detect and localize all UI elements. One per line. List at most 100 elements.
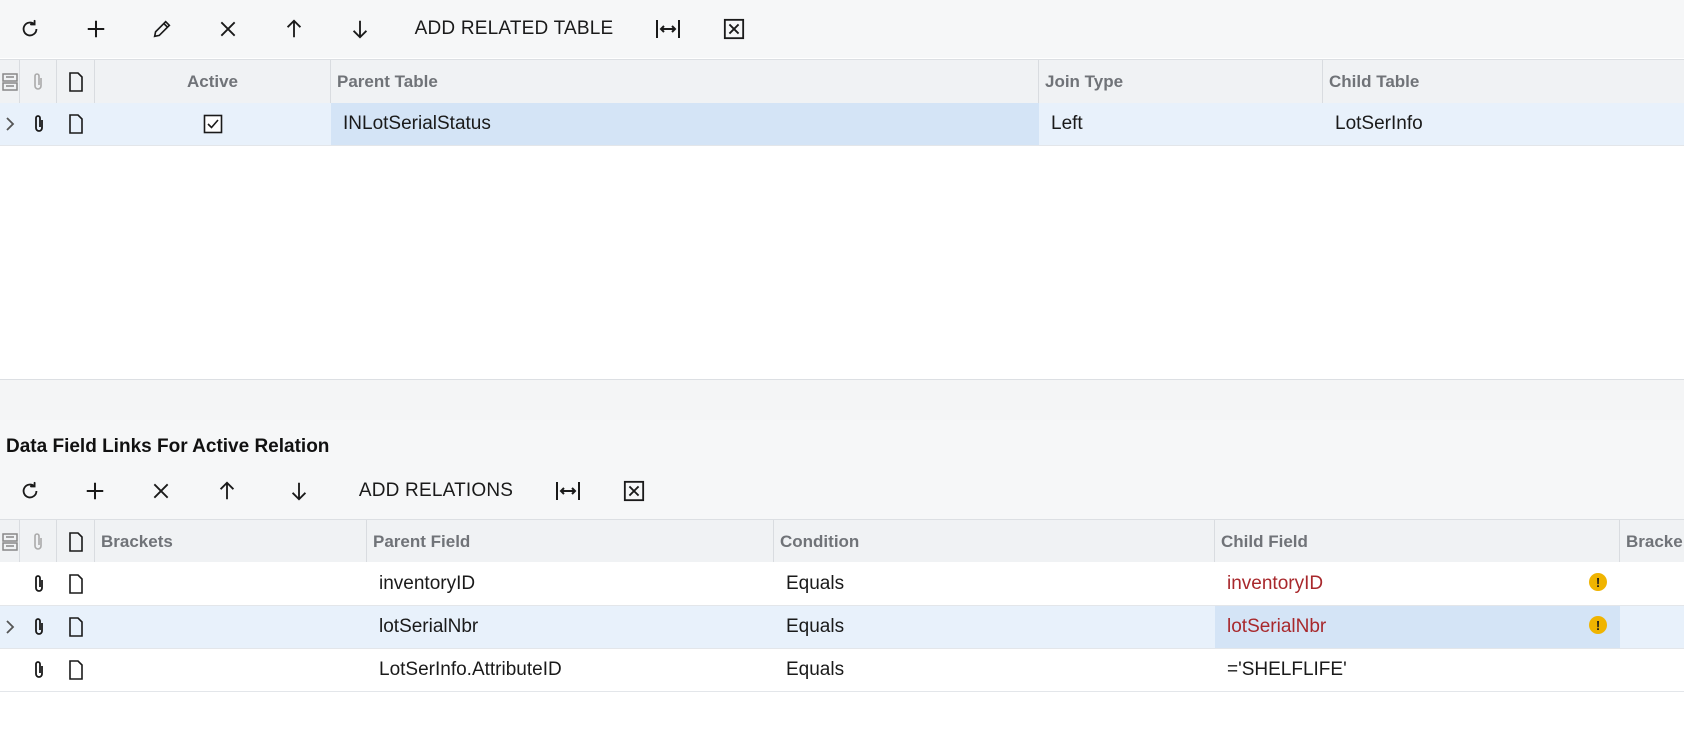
close-icon	[220, 21, 236, 37]
plus-icon	[87, 20, 105, 38]
brackets-column-header[interactable]: Brackets	[95, 520, 367, 563]
delete-button[interactable]	[212, 0, 244, 58]
row-note-button[interactable]	[57, 649, 95, 691]
row-selector-header[interactable]	[0, 60, 20, 103]
refresh-icon	[22, 19, 38, 37]
row-note-button[interactable]	[57, 606, 95, 648]
attachments-header	[20, 60, 57, 103]
links-section-title: Data Field Links For Active Relation	[6, 436, 330, 457]
parent-table-column-header[interactable]: Parent Table	[331, 60, 1039, 103]
child-field-cell[interactable]: ='SHELFLIFE'	[1215, 649, 1620, 691]
child-field-column-header[interactable]: Child Field	[1215, 520, 1620, 563]
fit-columns-icon	[556, 482, 580, 500]
row-attachment-button[interactable]	[20, 103, 57, 145]
links-move-down-button[interactable]	[283, 462, 315, 520]
note-icon	[69, 574, 83, 594]
row-attachment-button[interactable]	[20, 649, 57, 691]
fit-columns-button[interactable]	[652, 0, 684, 58]
condition-cell[interactable]: Equals	[774, 606, 1215, 648]
parent-field-cell[interactable]: inventoryID	[367, 563, 774, 605]
arrow-up-icon	[286, 19, 302, 38]
row-attachment-button[interactable]	[20, 563, 57, 605]
links-refresh-button[interactable]	[14, 462, 46, 520]
paperclip-icon	[34, 115, 43, 132]
relation-row[interactable]: INLotSerialStatus Left LotSerInfo	[0, 103, 1684, 146]
active-checkbox[interactable]	[95, 103, 331, 145]
link-row[interactable]: lotSerialNbr Equals lotSerialNbr !	[0, 606, 1684, 649]
parent-field-cell[interactable]: LotSerInfo.AttributeID	[367, 649, 774, 691]
pencil-icon	[153, 20, 171, 38]
links-fit-columns-button[interactable]	[552, 462, 584, 520]
notes-header	[57, 60, 95, 103]
link-row[interactable]: LotSerInfo.AttributeID Equals ='SHELFLIF…	[0, 649, 1684, 692]
links-attachments-header	[20, 520, 57, 563]
note-icon	[69, 617, 83, 637]
excel-icon	[623, 480, 645, 502]
relations-grid-header: Active Parent Table Join Type Child Tabl…	[0, 59, 1684, 104]
links-delete-button[interactable]	[145, 462, 177, 520]
child-field-cell[interactable]: lotSerialNbr	[1215, 606, 1620, 648]
paperclip-icon	[34, 72, 42, 90]
row-expand-control[interactable]	[0, 606, 20, 648]
close-icon	[153, 483, 169, 499]
checkbox-checked-icon	[203, 114, 223, 134]
link-row[interactable]: inventoryID Equals inventoryID !	[0, 563, 1684, 606]
arrow-down-icon	[291, 482, 307, 501]
excel-icon	[723, 18, 745, 40]
move-down-button[interactable]	[344, 0, 376, 58]
note-icon	[69, 114, 83, 134]
paperclip-icon	[34, 661, 43, 678]
arrow-up-icon	[219, 481, 235, 500]
condition-cell[interactable]: Equals	[774, 649, 1215, 691]
grid-settings-icon	[1, 532, 18, 551]
links-add-row-button[interactable]	[79, 462, 111, 520]
paperclip-icon	[34, 575, 43, 592]
edit-button[interactable]	[146, 0, 178, 58]
parent-field-column-header[interactable]: Parent Field	[367, 520, 774, 563]
move-up-button[interactable]	[278, 0, 310, 58]
links-move-up-button[interactable]	[211, 462, 243, 520]
panel-splitter[interactable]	[0, 379, 1684, 422]
note-icon	[68, 71, 83, 92]
links-grid-header: Brackets Parent Field Condition Child Fi…	[0, 519, 1684, 564]
row-expand-control[interactable]	[0, 103, 20, 145]
add-related-table-button[interactable]: ADD RELATED TABLE	[412, 0, 616, 58]
export-excel-button[interactable]	[718, 0, 750, 58]
parent-field-cell[interactable]: lotSerialNbr	[367, 606, 774, 648]
child-table-cell[interactable]: LotSerInfo	[1323, 103, 1684, 145]
links-row-selector-header[interactable]	[0, 520, 20, 563]
links-grid-footer-space	[0, 692, 1684, 742]
grid-settings-icon	[1, 72, 18, 91]
refresh-icon	[22, 481, 38, 499]
note-icon	[68, 531, 83, 552]
links-export-excel-button[interactable]	[618, 462, 650, 520]
brackets-close-column-header[interactable]: Bracke	[1620, 520, 1684, 563]
condition-column-header[interactable]: Condition	[774, 520, 1215, 563]
chevron-right-icon	[6, 117, 15, 131]
add-relations-button[interactable]: ADD RELATIONS	[356, 462, 516, 520]
child-table-column-header[interactable]: Child Table	[1323, 60, 1684, 103]
chevron-right-icon	[6, 620, 15, 634]
note-icon	[69, 660, 83, 680]
add-row-button[interactable]	[80, 0, 112, 58]
warning-icon: !	[1589, 573, 1607, 591]
join-type-cell[interactable]: Left	[1039, 103, 1323, 145]
relations-toolbar: ADD RELATED TABLE	[0, 0, 1684, 58]
fit-columns-icon	[656, 20, 680, 38]
paperclip-icon	[34, 618, 43, 635]
plus-icon	[86, 482, 104, 500]
refresh-button[interactable]	[14, 0, 46, 58]
links-notes-header	[57, 520, 95, 563]
parent-table-cell[interactable]: INLotSerialStatus	[331, 103, 1039, 145]
links-toolbar: ADD RELATIONS	[0, 462, 1684, 520]
paperclip-icon	[34, 532, 42, 550]
join-type-column-header[interactable]: Join Type	[1039, 60, 1323, 103]
arrow-down-icon	[352, 20, 368, 39]
warning-icon: !	[1589, 616, 1607, 634]
child-field-cell[interactable]: inventoryID	[1215, 563, 1620, 605]
condition-cell[interactable]: Equals	[774, 563, 1215, 605]
row-note-button[interactable]	[57, 563, 95, 605]
active-column-header[interactable]: Active	[95, 60, 331, 103]
row-attachment-button[interactable]	[20, 606, 57, 648]
row-note-button[interactable]	[57, 103, 95, 145]
